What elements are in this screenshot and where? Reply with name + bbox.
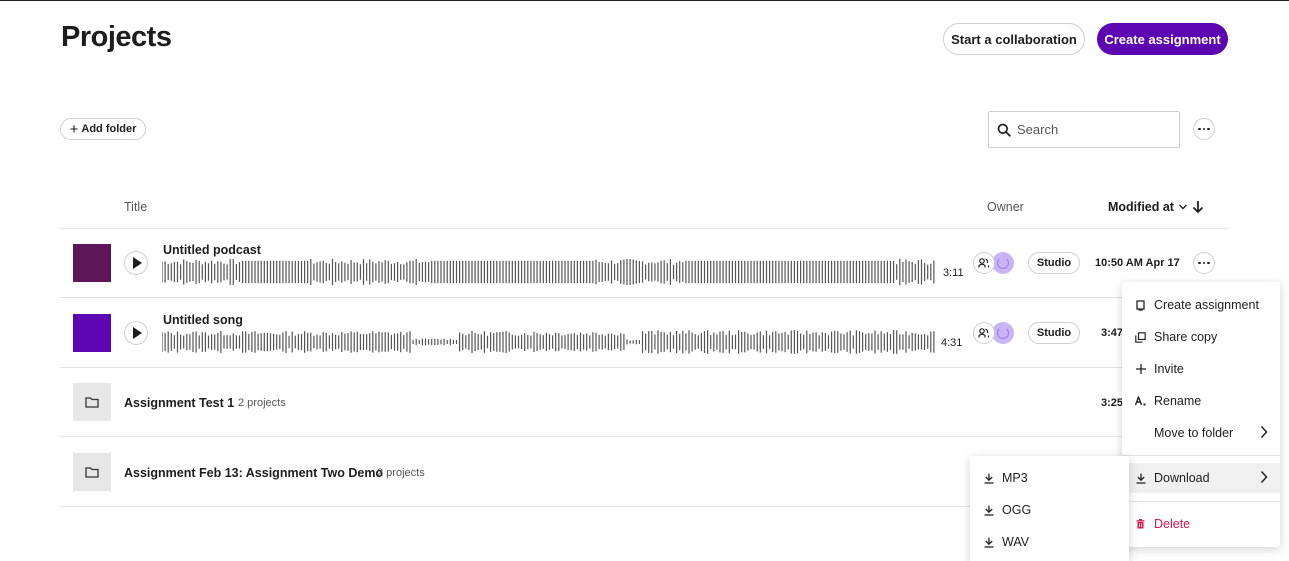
menu-item-label: Invite bbox=[1154, 362, 1184, 376]
start-collaboration-button[interactable]: Start a collaboration bbox=[943, 23, 1085, 55]
column-modified-label: Modified at bbox=[1108, 200, 1174, 214]
folder-name[interactable]: Assignment Test 1 bbox=[124, 396, 234, 410]
search-icon bbox=[997, 123, 1011, 137]
folder-icon bbox=[73, 383, 111, 421]
waveform[interactable] bbox=[162, 328, 937, 356]
trash-icon bbox=[1135, 519, 1146, 529]
studio-badge: Studio bbox=[1028, 252, 1080, 274]
modified-date: 10:50 AM Apr 17 bbox=[1095, 257, 1180, 269]
chevron-right-icon bbox=[1260, 425, 1268, 439]
add-folder-button[interactable]: + Add folder bbox=[60, 118, 146, 140]
page-title: Projects bbox=[61, 21, 172, 53]
menu-item-label: Download bbox=[1154, 471, 1210, 485]
folder-icon bbox=[73, 453, 111, 491]
column-modified-sort[interactable]: Modified at bbox=[1108, 200, 1204, 214]
owner-avatars bbox=[973, 322, 1014, 344]
collaborators-icon bbox=[973, 322, 995, 344]
plus-icon bbox=[1135, 364, 1146, 374]
avatar bbox=[992, 252, 1014, 274]
menu-item-label: Delete bbox=[1154, 517, 1191, 531]
download-icon bbox=[983, 505, 994, 516]
avatar bbox=[992, 322, 1014, 344]
menu-item-download[interactable]: Download bbox=[1122, 463, 1280, 493]
folder-count: 2 projects bbox=[238, 397, 286, 409]
add-folder-label: Add folder bbox=[81, 123, 137, 135]
more-options-button[interactable] bbox=[1193, 118, 1215, 140]
project-thumbnail bbox=[73, 244, 111, 282]
download-submenu: MP3 OGG WAV bbox=[970, 456, 1129, 561]
download-mp3[interactable]: MP3 bbox=[970, 463, 1129, 493]
context-menu: Create assignment Share copy Invite Rena… bbox=[1122, 282, 1280, 547]
folder-name[interactable]: Assignment Feb 13: Assignment Two Demo bbox=[124, 466, 383, 480]
download-wav[interactable]: WAV bbox=[970, 527, 1129, 557]
play-icon bbox=[133, 257, 142, 269]
project-title[interactable]: Untitled podcast bbox=[163, 243, 261, 257]
download-format-label: WAV bbox=[1002, 535, 1030, 549]
rename-icon bbox=[1135, 396, 1146, 406]
menu-item-share-copy[interactable]: Share copy bbox=[1122, 322, 1280, 352]
assignment-icon bbox=[1135, 299, 1146, 311]
download-format-label: MP3 bbox=[1002, 471, 1028, 485]
folder-count: 2 projects bbox=[377, 467, 425, 479]
modified-date: 3:47 bbox=[1101, 327, 1124, 339]
collaborators-icon bbox=[973, 252, 995, 274]
menu-item-invite[interactable]: Invite bbox=[1122, 354, 1280, 384]
play-button[interactable] bbox=[124, 251, 148, 275]
duration: 3:11 bbox=[943, 267, 964, 279]
download-ogg[interactable]: OGG bbox=[970, 495, 1129, 525]
menu-item-rename[interactable]: Rename bbox=[1122, 386, 1280, 416]
menu-item-delete[interactable]: Delete bbox=[1122, 509, 1280, 539]
plus-icon: + bbox=[69, 120, 79, 138]
create-assignment-button[interactable]: Create assignment bbox=[1097, 23, 1228, 55]
project-thumbnail bbox=[73, 314, 111, 352]
menu-item-label: Share copy bbox=[1154, 330, 1218, 344]
row-more-button[interactable] bbox=[1193, 252, 1215, 274]
chevron-down-icon bbox=[1178, 204, 1187, 210]
chevron-right-icon bbox=[1260, 470, 1268, 484]
waveform[interactable] bbox=[162, 258, 937, 286]
download-icon bbox=[983, 537, 994, 548]
modified-date: 3:25 bbox=[1101, 397, 1124, 409]
duration: 4:31 bbox=[941, 337, 963, 349]
menu-item-create-assignment[interactable]: Create assignment bbox=[1122, 290, 1280, 320]
project-title[interactable]: Untitled song bbox=[163, 313, 243, 327]
play-icon bbox=[133, 327, 142, 339]
owner-avatars bbox=[973, 252, 1014, 274]
sort-arrow-down-icon bbox=[1192, 201, 1204, 214]
copy-icon bbox=[1135, 331, 1146, 343]
download-icon bbox=[983, 473, 994, 484]
menu-item-label: Create assignment bbox=[1154, 298, 1259, 312]
column-title: Title bbox=[124, 200, 148, 214]
search-box[interactable] bbox=[988, 111, 1180, 148]
menu-item-label: Move to folder bbox=[1154, 426, 1234, 440]
menu-item-move-to-folder[interactable]: Move to folder bbox=[1122, 418, 1280, 448]
column-owner: Owner bbox=[987, 200, 1024, 214]
search-input[interactable] bbox=[1017, 122, 1167, 137]
download-icon bbox=[1135, 473, 1146, 484]
menu-item-label: Rename bbox=[1154, 394, 1202, 408]
download-format-label: OGG bbox=[1002, 503, 1032, 517]
play-button[interactable] bbox=[124, 321, 148, 345]
studio-badge: Studio bbox=[1028, 322, 1080, 344]
